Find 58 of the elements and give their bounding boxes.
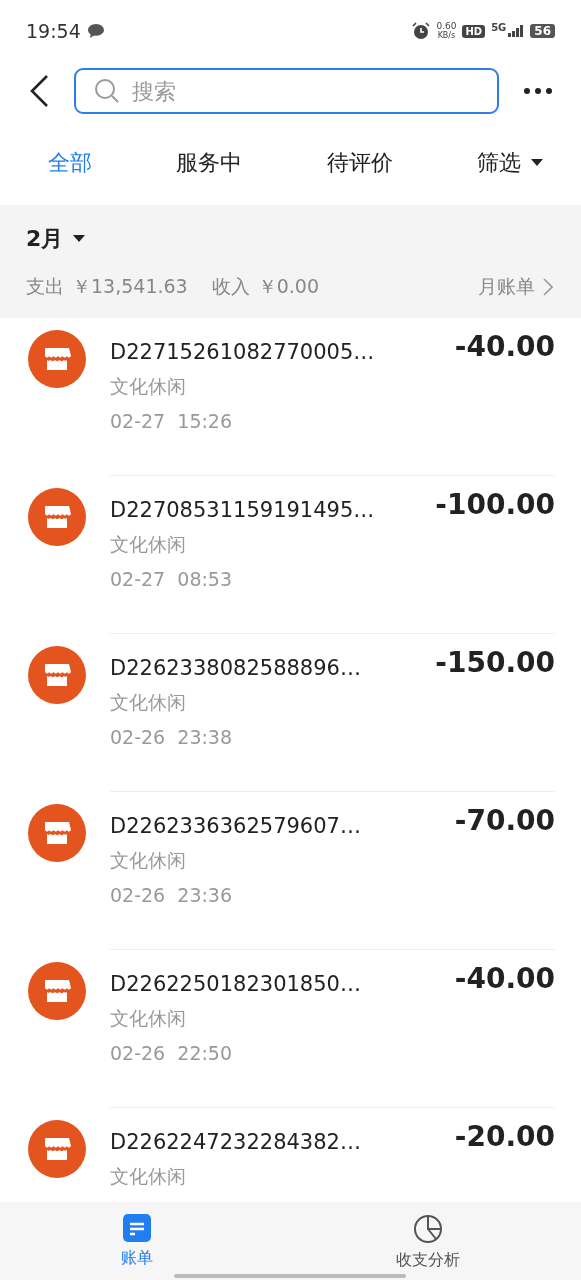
hd-badge: HD: [462, 24, 486, 38]
bill-icon: [123, 1214, 152, 1242]
signal-icon: [508, 25, 525, 37]
filter-tab[interactable]: 全部: [38, 141, 102, 184]
order-number[interactable]: D2262250182301850…: [110, 972, 361, 996]
pie-chart-icon: [412, 1214, 443, 1244]
category: 文化休闲: [110, 690, 186, 715]
alarm-icon: [412, 22, 431, 40]
category: 文化休闲: [110, 1164, 186, 1189]
status-time: 19:54: [26, 20, 81, 42]
shop-icon: [28, 1120, 86, 1178]
income-total: ￥0.00: [257, 273, 319, 299]
shop-icon: [28, 330, 86, 388]
nav-tab[interactable]: 账单: [115, 1202, 160, 1280]
date-time: 02-27 15:26: [110, 410, 233, 432]
shop-icon: [28, 488, 86, 546]
amount: -40.00: [454, 962, 555, 995]
filter-tab[interactable]: 筛选: [467, 141, 553, 184]
network-speed: 0.60: [436, 22, 457, 31]
date-time: 02-26 23:36: [110, 884, 233, 906]
order-number[interactable]: D22708531159191495…: [110, 498, 375, 522]
order-number[interactable]: D22715261082770005…: [110, 340, 375, 364]
expense-label: 支出: [26, 273, 64, 299]
caret-icon[interactable]: [73, 234, 86, 243]
month-selector[interactable]: 2月: [26, 223, 64, 254]
nav-tab[interactable]: 收支分析: [389, 1202, 466, 1280]
order-number[interactable]: D2262247232284382…: [110, 1130, 361, 1154]
filter-tab[interactable]: 待评价: [316, 141, 403, 184]
category: 文化休闲: [110, 374, 186, 399]
network-type: 5G: [491, 22, 507, 33]
speed-unit: KB/s: [437, 31, 456, 40]
category: 文化休闲: [110, 848, 186, 873]
shop-icon: [28, 804, 86, 862]
amount: -150.00: [435, 646, 555, 679]
income-label: 收入: [211, 273, 250, 299]
amount: -70.00: [454, 804, 555, 837]
battery-level: 56: [530, 24, 555, 38]
back-icon[interactable]: [28, 74, 50, 108]
chat-bubble-icon: [86, 23, 105, 39]
amount: -40.00: [454, 330, 555, 363]
category: 文化休闲: [110, 1006, 186, 1031]
shop-icon: [28, 646, 86, 704]
more-icon[interactable]: [523, 87, 553, 95]
amount: -20.00: [454, 1120, 555, 1153]
chevron-right-icon[interactable]: [543, 277, 553, 296]
category: 文化休闲: [110, 532, 186, 557]
date-time: 02-26 23:38: [110, 726, 233, 748]
amount: -100.00: [435, 488, 555, 521]
date-time: 02-27 08:53: [110, 568, 233, 590]
caret-icon: [531, 158, 543, 167]
filter-tab[interactable]: 服务中: [166, 141, 253, 184]
shop-icon: [28, 962, 86, 1020]
order-number[interactable]: D2262338082588896…: [110, 656, 361, 680]
search-icon: [94, 78, 120, 104]
date-time: 02-26 22:50: [110, 1042, 233, 1064]
order-number[interactable]: D2262336362579607…: [110, 814, 361, 838]
expense-total: ￥13,541.63: [72, 273, 188, 299]
search-field[interactable]: 搜索: [74, 68, 499, 114]
